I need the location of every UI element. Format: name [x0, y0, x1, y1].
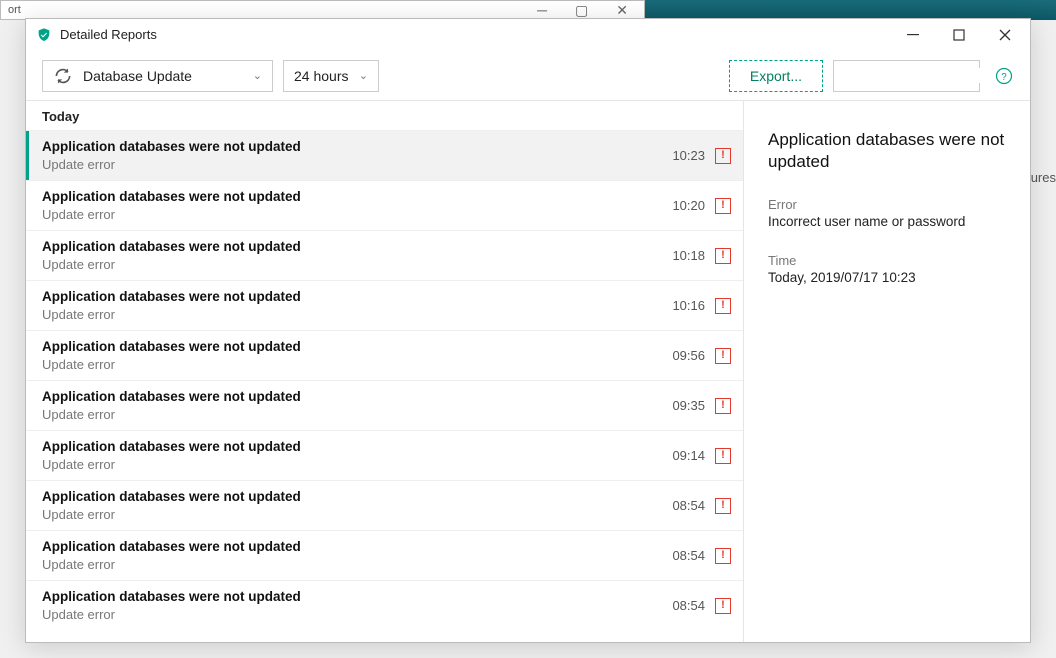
event-row[interactable]: Application databases were not updated Up… — [26, 480, 743, 530]
bg-maximize-icon: ▢ — [575, 2, 588, 19]
toolbar: Database Update ⌄ 24 hours ⌄ Export... ? — [26, 51, 1030, 101]
error-icon — [715, 498, 731, 514]
event-subtitle: Update error — [42, 457, 672, 472]
error-icon — [715, 448, 731, 464]
event-subtitle: Update error — [42, 557, 672, 572]
error-icon — [715, 148, 731, 164]
refresh-icon — [53, 66, 73, 86]
range-dropdown[interactable]: 24 hours ⌄ — [283, 60, 379, 92]
export-label: Export... — [750, 68, 802, 84]
event-row[interactable]: Application databases were not updated Up… — [26, 180, 743, 230]
bg-minimize-icon: ─ — [537, 2, 547, 19]
event-row[interactable]: Application databases were not updated Up… — [26, 380, 743, 430]
detail-error-value: Incorrect user name or password — [768, 214, 1006, 229]
search-input-container[interactable] — [833, 60, 980, 92]
event-title: Application databases were not updated — [42, 289, 672, 304]
event-title: Application databases were not updated — [42, 139, 672, 154]
background-strip — [645, 0, 1056, 20]
error-icon — [715, 298, 731, 314]
detail-time-value: Today, 2019/07/17 10:23 — [768, 270, 1006, 285]
titlebar[interactable]: Detailed Reports — [26, 19, 1030, 51]
event-time: 10:20 — [672, 198, 705, 213]
event-subtitle: Update error — [42, 307, 672, 322]
range-label: 24 hours — [294, 68, 348, 84]
detail-error-label: Error — [768, 197, 1006, 212]
event-subtitle: Update error — [42, 257, 672, 272]
event-title: Application databases were not updated — [42, 239, 672, 254]
event-row[interactable]: Application databases were not updated Up… — [26, 430, 743, 480]
event-subtitle: Update error — [42, 357, 672, 372]
event-row[interactable]: Application databases were not updated Up… — [26, 280, 743, 330]
error-icon — [715, 548, 731, 564]
event-title: Application databases were not updated — [42, 589, 672, 604]
event-time: 08:54 — [672, 598, 705, 613]
event-title: Application databases were not updated — [42, 189, 672, 204]
events-list-pane: Today Application databases were not upd… — [26, 101, 744, 642]
section-header: Today — [26, 101, 743, 130]
event-time: 10:18 — [672, 248, 705, 263]
error-icon — [715, 348, 731, 364]
export-button[interactable]: Export... — [729, 60, 823, 92]
background-window: ort ─ ▢ ✕ — [0, 0, 645, 20]
detail-pane: Application databases were not updated E… — [744, 101, 1030, 642]
event-subtitle: Update error — [42, 207, 672, 222]
event-time: 09:14 — [672, 448, 705, 463]
event-time: 09:35 — [672, 398, 705, 413]
category-label: Database Update — [83, 68, 192, 84]
detail-title: Application databases were not updated — [768, 129, 1006, 173]
maximize-button[interactable] — [936, 20, 982, 50]
event-title: Application databases were not updated — [42, 439, 672, 454]
category-dropdown[interactable]: Database Update ⌄ — [42, 60, 273, 92]
bg-title-fragment: ort — [1, 4, 21, 16]
minimize-button[interactable] — [890, 20, 936, 50]
error-icon — [715, 398, 731, 414]
event-subtitle: Update error — [42, 407, 672, 422]
events-scroll[interactable]: Today Application databases were not upd… — [26, 101, 743, 642]
error-icon — [715, 598, 731, 614]
detail-time-label: Time — [768, 253, 1006, 268]
bg-close-icon: ✕ — [616, 2, 628, 19]
help-button[interactable]: ? — [994, 66, 1014, 86]
shield-icon — [36, 27, 52, 43]
window-title: Detailed Reports — [60, 27, 890, 42]
event-time: 09:56 — [672, 348, 705, 363]
chevron-down-icon: ⌄ — [359, 69, 368, 82]
close-button[interactable] — [982, 20, 1028, 50]
event-time: 08:54 — [672, 498, 705, 513]
error-icon — [715, 198, 731, 214]
event-title: Application databases were not updated — [42, 539, 672, 554]
error-icon — [715, 248, 731, 264]
detailed-reports-window: Detailed Reports Database Update ⌄ 24 ho… — [25, 18, 1031, 643]
event-subtitle: Update error — [42, 507, 672, 522]
event-row[interactable]: Application databases were not updated Up… — [26, 130, 743, 180]
event-row[interactable]: Application databases were not updated Up… — [26, 580, 743, 630]
event-subtitle: Update error — [42, 607, 672, 622]
chevron-down-icon: ⌄ — [253, 69, 262, 82]
event-row[interactable]: Application databases were not updated Up… — [26, 530, 743, 580]
event-time: 10:16 — [672, 298, 705, 313]
event-title: Application databases were not updated — [42, 339, 672, 354]
event-time: 08:54 — [672, 548, 705, 563]
event-title: Application databases were not updated — [42, 489, 672, 504]
svg-text:?: ? — [1001, 71, 1007, 82]
event-time: 10:23 — [672, 148, 705, 163]
event-subtitle: Update error — [42, 157, 672, 172]
event-title: Application databases were not updated — [42, 389, 672, 404]
event-row[interactable]: Application databases were not updated Up… — [26, 230, 743, 280]
event-row[interactable]: Application databases were not updated Up… — [26, 330, 743, 380]
